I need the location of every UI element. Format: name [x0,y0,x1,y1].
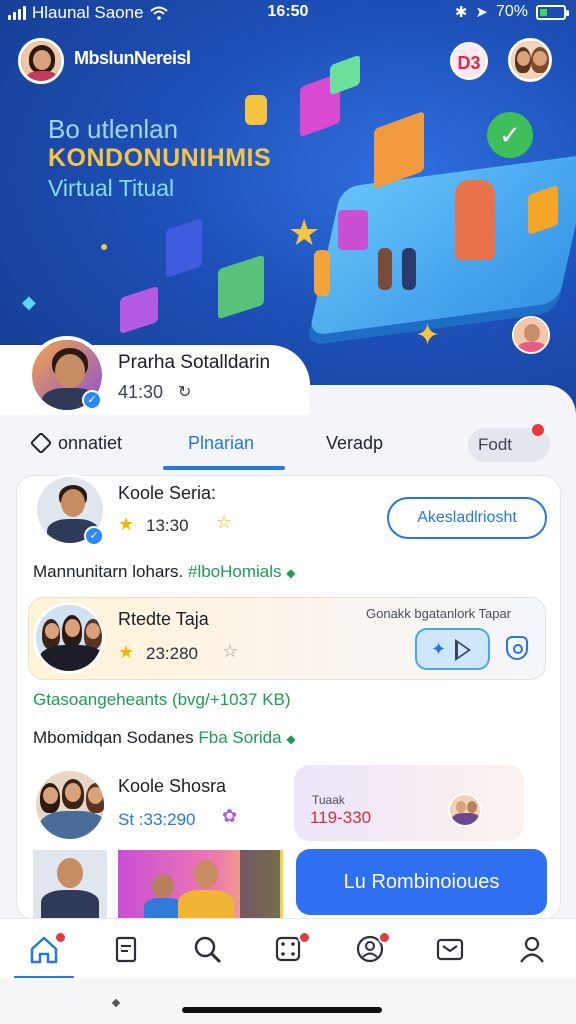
pin-icon: ✦ [431,639,447,659]
system-gesture-area [0,978,576,1024]
hero-title-line-3: Virtual Titual [48,175,175,201]
post2-body[interactable]: Gtasoangeheants (bvg/+1037 KB) [33,690,291,709]
notification-dot [298,931,311,944]
nav-documents[interactable] [106,929,146,969]
nav-profile[interactable] [512,929,552,969]
post1-text: Mannunitarn lohars. #lboHomials ◆ [33,562,296,582]
location-icon: ➤ [475,4,488,21]
tag-diamond-icon: ◆ [286,732,296,746]
cube-decoration [218,254,264,320]
play-button[interactable]: ✦ [415,628,490,670]
mini-card-avatar[interactable] [448,793,482,827]
star-outline-icon[interactable]: ☆ [222,641,238,662]
cube-decoration [245,95,267,125]
tab-active-indicator [163,466,285,470]
cta-button[interactable]: Lu Rombinoioues [296,849,547,915]
figure-decoration [455,180,495,260]
user-icon [520,936,544,963]
nav-games[interactable] [268,929,311,969]
highlight-title: Rtedte Taja [118,609,209,629]
refresh-icon[interactable]: ↻ [178,382,191,402]
hero-small-avatar[interactable] [512,316,550,354]
profile-name: Prarha Sotalldarin [118,352,271,373]
row3-avatar[interactable] [33,768,107,842]
hero-title-line-1: Bo utlenlan [48,114,179,144]
post1-body: Mannunitarn lohars. [33,562,184,581]
star-decoration-icon: ★ [288,212,321,253]
bluetooth-icon: ✱ [454,4,468,21]
star-icon: ★ [118,514,135,534]
search-icon [194,936,221,963]
star-outline-icon[interactable]: ☆ [216,512,232,533]
tab-onnatiet[interactable]: onnatiet [58,433,122,454]
notification-dot [378,931,391,944]
home-indicator[interactable] [182,1007,382,1013]
shield-icon[interactable] [506,636,528,660]
cube-decoration [338,210,368,250]
status-right: ✱ ➤ 70% [454,3,569,21]
highlight-side-text: Gonakk bgatanlork Tapar [366,606,512,621]
thumbnail-photo[interactable] [33,850,107,918]
nav-messages[interactable] [430,929,470,969]
row1-time: 13:30 [146,516,189,535]
tab-fodt[interactable]: Fodt [468,424,550,462]
verified-icon: ✓ [84,526,104,546]
post1-hashtag[interactable]: #lboHomials [188,562,282,581]
nav-home[interactable] [24,929,67,969]
play-icon [455,639,471,661]
hero-title-line-2: KONDONUNIHMIS [48,144,272,172]
nav-search[interactable] [187,929,227,969]
post3-text: Mbomidqan Sodanes Fba Sorida ◆ [33,728,296,748]
bottom-navigation [0,918,576,979]
star-icon: ★ [118,642,135,662]
row3-time: St :33:290 [118,810,196,829]
sparkle-decoration-icon: ● [100,238,109,254]
post3-tag[interactable]: Fba Sorida [198,728,281,747]
status-bar: Hlaunal Saone 16:50 ✱ ➤ 70% [0,0,576,28]
post2-text: Gtasoangeheants (bvg/+1037 KB) [33,690,291,710]
profile-time: 41:30 [118,382,164,402]
mini-card-label: Tuaak [312,793,345,807]
notification-dot [54,931,67,944]
tab-veradp[interactable]: Veradp [326,433,383,454]
battery-percent: 70% [495,3,528,20]
figure-decoration [378,248,392,290]
notification-dot [532,424,544,436]
row3-title: Koole Shosra [118,776,227,796]
user-name: MbslunNereisl [74,48,191,68]
tab-fodt-label: Fodt [478,435,513,454]
flower-icon: ✿ [222,806,238,826]
verified-icon: ✓ [82,390,102,410]
tag-diamond-icon: ◆ [286,566,296,580]
figure-decoration [402,248,416,290]
user-avatar[interactable] [18,38,64,84]
battery-icon [536,4,569,20]
group-avatar[interactable] [508,38,552,82]
message-icon [436,938,464,961]
mini-card-value: 119-330 [310,808,372,827]
puzzle-decoration-icon: ✦ [415,319,441,352]
figure-decoration [314,250,330,296]
cube-decoration [166,218,202,278]
follow-button[interactable]: Akesladlriosht [387,497,547,539]
row1-title: Koole Seria: [118,483,217,503]
tag-icon [29,431,53,455]
sparkle-decoration-icon: ◆ [22,292,36,312]
tab-bar: onnatiet Plnarian Veradp Fodt [0,420,576,472]
check-bubble-icon: ✓ [487,112,533,158]
badge-icon[interactable]: D3 [450,42,488,80]
tab-plnarian[interactable]: Plnarian [188,433,254,454]
document-icon [115,936,137,963]
thumbnail-photo[interactable] [118,850,283,918]
cube-decoration [330,54,360,96]
cube-decoration [120,285,158,335]
post3-body: Mbomidqan Sodanes [33,728,194,747]
highlight-time: 23:280 [146,644,198,663]
highlight-avatar[interactable] [33,602,105,674]
nav-community[interactable] [350,929,391,969]
